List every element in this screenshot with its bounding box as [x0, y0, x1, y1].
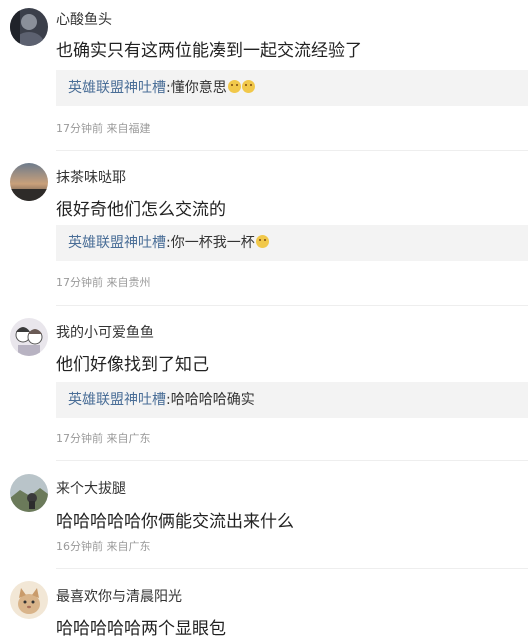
avatar-sunset-sky-icon	[10, 163, 48, 201]
reply-box[interactable]: 英雄联盟神吐槽:懂你意思	[56, 70, 528, 106]
avatar[interactable]	[10, 474, 48, 512]
reply-author[interactable]: 英雄联盟神吐槽	[68, 235, 166, 251]
comment-text: 很好奇他们怎么交流的	[56, 200, 226, 220]
comment-item: 抹茶味哒耶 很好奇他们怎么交流的 英雄联盟神吐槽:你一杯我一杯 17分钟前 来自…	[0, 151, 528, 305]
comment-meta: 17分钟前 来自福建	[56, 120, 151, 136]
cat-emoji-icon	[227, 80, 241, 93]
comment-item: 我的小可爱鱼鱼 他们好像找到了知己 英雄联盟神吐槽:哈哈哈哈确实 17分钟前 来…	[0, 306, 528, 460]
comment-location: 来自广东	[106, 432, 151, 445]
reply-text: 懂你意思	[170, 80, 227, 96]
reply-author[interactable]: 英雄联盟神吐槽	[68, 80, 166, 96]
reply-author[interactable]: 英雄联盟神吐槽	[68, 392, 166, 408]
username[interactable]: 最喜欢你与清晨阳光	[56, 586, 182, 606]
comment-time: 17分钟前	[56, 276, 103, 289]
avatar-landscape-icon	[10, 474, 48, 512]
username[interactable]: 抹茶味哒耶	[56, 167, 126, 187]
comment-meta: 17分钟前 来自广东	[56, 430, 151, 446]
comment-text: 他们好像找到了知己	[56, 355, 209, 375]
reply-text: 你一杯我一杯	[170, 235, 255, 251]
comment-location: 来自贵州	[106, 276, 151, 289]
cat-emoji-icon	[241, 80, 255, 93]
avatar-dark-portrait-icon	[10, 8, 48, 46]
username[interactable]: 我的小可爱鱼鱼	[56, 322, 154, 342]
avatar[interactable]	[10, 163, 48, 201]
reply-box[interactable]: 英雄联盟神吐槽:你一杯我一杯	[56, 225, 528, 261]
avatar[interactable]	[10, 8, 48, 46]
comment-location: 来自广东	[106, 540, 151, 553]
avatar[interactable]	[10, 318, 48, 356]
comment-location: 来自福建	[106, 122, 151, 135]
avatar[interactable]	[10, 581, 48, 619]
comment-item: 来个大拔腿 哈哈哈哈哈你俩能交流出来什么 16分钟前 来自广东	[0, 461, 528, 568]
avatar-cartoon-couple-icon	[10, 318, 48, 356]
cat-emoji-icon	[255, 235, 269, 248]
comment-text: 也确实只有这两位能凑到一起交流经验了	[56, 41, 362, 61]
comment-text: 哈哈哈哈哈两个显眼包	[56, 619, 226, 639]
comment-meta: 16分钟前 来自广东	[56, 538, 151, 554]
username[interactable]: 来个大拔腿	[56, 478, 126, 498]
reply-box[interactable]: 英雄联盟神吐槽:哈哈哈哈确实	[56, 382, 528, 418]
reply-text: 哈哈哈哈确实	[170, 392, 255, 408]
comment-time: 16分钟前	[56, 540, 103, 553]
comment-time: 17分钟前	[56, 122, 103, 135]
comment-time: 17分钟前	[56, 432, 103, 445]
avatar-cat-icon	[10, 581, 48, 619]
comment-item: 心酸鱼头 也确实只有这两位能凑到一起交流经验了 英雄联盟神吐槽:懂你意思 17分…	[0, 0, 528, 150]
comment-item: 最喜欢你与清晨阳光 哈哈哈哈哈两个显眼包	[0, 569, 528, 644]
comment-text: 哈哈哈哈哈你俩能交流出来什么	[56, 512, 294, 532]
username[interactable]: 心酸鱼头	[56, 9, 112, 29]
comment-meta: 17分钟前 来自贵州	[56, 274, 151, 290]
